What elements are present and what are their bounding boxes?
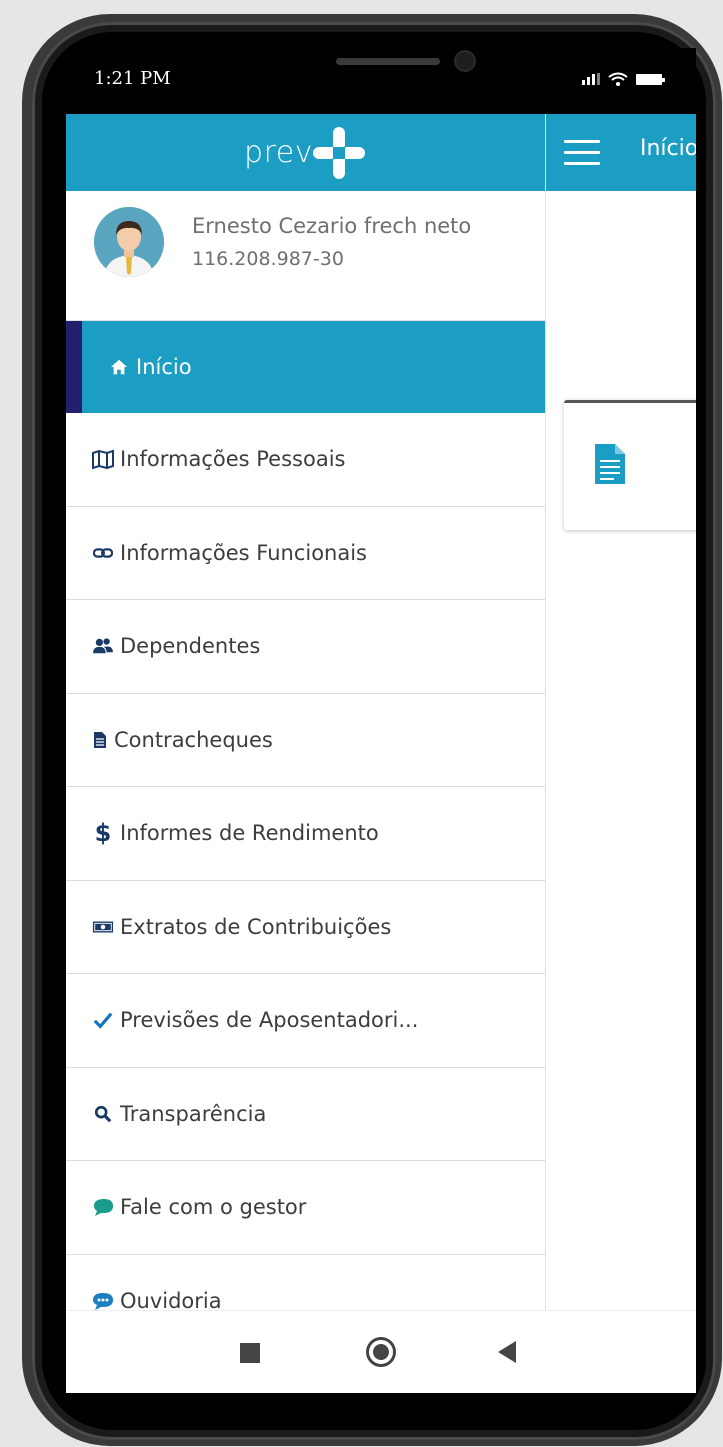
menu-item-label: Ouvidoria bbox=[120, 1288, 222, 1310]
user-avatar-icon bbox=[94, 206, 164, 277]
user-cpf: 116.208.987-30 bbox=[192, 247, 344, 270]
drawer-header: prev bbox=[66, 114, 545, 191]
main-content: Início bbox=[546, 114, 696, 1310]
status-bar: 1:21 PM bbox=[66, 48, 696, 114]
menu-item-contracheques[interactable]: Contracheques bbox=[66, 694, 545, 787]
file-text-icon bbox=[594, 443, 626, 489]
menu-item-label: Transparência bbox=[120, 1101, 267, 1126]
contracheque-card[interactable] bbox=[564, 400, 696, 530]
prev-logo: prev bbox=[244, 123, 367, 183]
menu-item-informacoes-pessoais[interactable]: Informações Pessoais bbox=[66, 413, 545, 507]
status-icons bbox=[582, 70, 665, 88]
menu-item-label: Dependentes bbox=[120, 634, 261, 659]
status-time: 1:21 PM bbox=[94, 68, 171, 89]
back-button[interactable] bbox=[498, 1341, 516, 1363]
page-title: Início bbox=[640, 136, 696, 161]
menu-item-ouvidoria[interactable]: Ouvidoria bbox=[66, 1255, 545, 1310]
battery-icon bbox=[636, 73, 665, 85]
chat-icon bbox=[92, 1197, 114, 1217]
money-icon bbox=[92, 920, 114, 934]
document-icon bbox=[92, 731, 108, 749]
menu-item-transparencia[interactable]: Transparência bbox=[66, 1068, 545, 1161]
hamburger-menu-icon[interactable] bbox=[564, 140, 600, 166]
logo-text: prev bbox=[244, 135, 313, 170]
link-icon bbox=[92, 547, 114, 559]
menu-item-label: Fale com o gestor bbox=[120, 1195, 307, 1220]
menu-item-label: Extratos de Contribuições bbox=[120, 914, 392, 939]
phone-screen: 1:21 PM prev Ernesto Cezario frech neto … bbox=[66, 48, 696, 1393]
menu-item-previsoes-de-aposentadoria[interactable]: Previsões de Aposentadori... bbox=[66, 974, 545, 1068]
front-camera bbox=[456, 52, 474, 70]
search-icon bbox=[92, 1105, 114, 1123]
home-button[interactable] bbox=[366, 1337, 396, 1367]
menu-item-label: Informações Funcionais bbox=[120, 540, 367, 565]
dollar-icon: $ bbox=[94, 819, 112, 848]
menu-item-inicio[interactable]: Início bbox=[66, 321, 545, 413]
menu-item-label: Informes de Rendimento bbox=[120, 821, 379, 846]
comment-dots-icon bbox=[92, 1291, 114, 1310]
app-bar: Início bbox=[546, 114, 696, 191]
menu-item-label: Início bbox=[136, 355, 192, 379]
menu-item-label: Informações Pessoais bbox=[120, 447, 346, 472]
menu-item-fale-com-o-gestor[interactable]: Fale com o gestor bbox=[66, 1161, 545, 1255]
recent-apps-button[interactable] bbox=[240, 1343, 260, 1363]
menu-item-extratos-de-contribuicoes[interactable]: Extratos de Contribuições bbox=[66, 881, 545, 974]
user-profile[interactable]: Ernesto Cezario frech neto 116.208.987-3… bbox=[66, 191, 545, 321]
system-navigation-bar bbox=[66, 1310, 696, 1393]
signal-icon bbox=[582, 73, 600, 85]
menu-item-label: Contracheques bbox=[114, 727, 273, 752]
wifi-icon bbox=[608, 72, 628, 86]
menu-item-label: Previsões de Aposentadori... bbox=[120, 1008, 419, 1033]
menu-item-informes-de-rendimento[interactable]: $ Informes de Rendimento bbox=[66, 787, 545, 881]
speaker-grille bbox=[336, 58, 440, 65]
map-icon bbox=[92, 449, 114, 470]
user-name: Ernesto Cezario frech neto bbox=[192, 213, 472, 238]
menu-item-informacoes-funcionais[interactable]: Informações Funcionais bbox=[66, 507, 545, 600]
navigation-drawer: prev Ernesto Cezario frech neto 116.208.… bbox=[66, 114, 546, 1310]
drawer-menu: Início Informações Pessoais Informações … bbox=[66, 321, 545, 1310]
plus-logo-icon bbox=[312, 126, 365, 179]
users-icon bbox=[92, 637, 114, 655]
check-icon bbox=[92, 1011, 114, 1029]
avatar bbox=[94, 206, 164, 277]
home-icon bbox=[108, 358, 130, 376]
menu-item-dependentes[interactable]: Dependentes bbox=[66, 600, 545, 694]
